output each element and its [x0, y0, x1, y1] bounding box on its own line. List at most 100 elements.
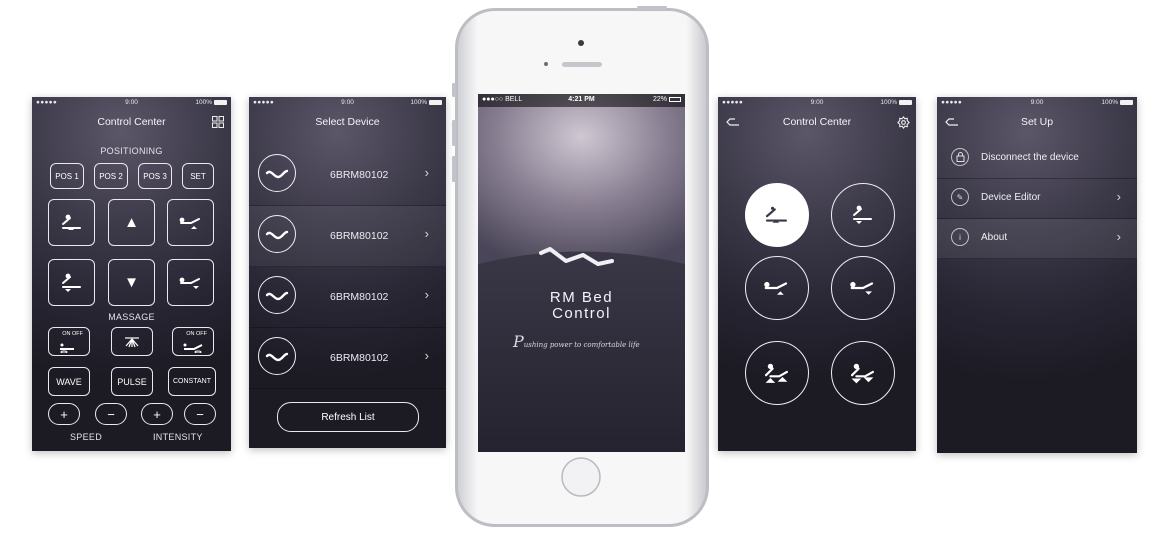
on-off-label: ON OFF	[186, 331, 207, 337]
head-raise-icon	[61, 214, 81, 230]
device-row[interactable]: 6BRM80102 ›	[249, 206, 446, 267]
battery-indicator: 100%	[195, 99, 227, 106]
tagline-initial: P	[513, 332, 524, 351]
head-lower-icon	[61, 273, 81, 292]
device-name: 6BRM80102	[330, 291, 389, 303]
battery-icon	[1120, 100, 1133, 105]
speed-label: SPEED	[70, 432, 103, 442]
status-bar: ●●●●● 9:00 100%	[937, 97, 1137, 109]
intensity-minus-button[interactable]: −	[184, 403, 216, 425]
page-title: Control Center	[782, 116, 852, 128]
page-title: Set Up	[1020, 116, 1054, 128]
setup-item-about[interactable]: i About ›	[937, 219, 1137, 259]
info-icon: i	[951, 228, 969, 246]
battery-percent: 100%	[880, 99, 897, 106]
pulse-button[interactable]: PULSE	[111, 367, 153, 396]
page-title: Control Center	[97, 116, 166, 128]
head-down-button[interactable]	[48, 259, 95, 306]
intensity-plus-button[interactable]: +	[141, 403, 173, 425]
pos2-button[interactable]: POS 2	[94, 163, 128, 189]
device-row[interactable]: 6BRM80102 ›	[249, 267, 446, 328]
phone-screen: ●●●○○ BELL 4:21 PM 22% RM Bed Control Pu…	[478, 94, 685, 452]
battery-percent: 100%	[410, 99, 427, 106]
chevron-right-icon: ›	[424, 287, 429, 302]
massage-light-button[interactable]	[111, 327, 153, 356]
gear-icon[interactable]	[896, 115, 910, 129]
foot-lower-icon	[850, 281, 874, 295]
battery-icon	[214, 100, 227, 105]
pos1-button[interactable]: POS 1	[50, 163, 84, 189]
intensity-label: INTENSITY	[153, 432, 203, 442]
head-up-button[interactable]	[48, 199, 95, 246]
head-foot-raise-icon	[764, 363, 788, 383]
setup-item-label: Device Editor	[981, 192, 1041, 203]
battery-icon	[899, 100, 912, 105]
chevron-right-icon: ›	[424, 226, 429, 241]
device-row[interactable]: 6BRM80102 ›	[249, 145, 446, 206]
refresh-list-button[interactable]: Refresh List	[277, 402, 419, 432]
foot-raise-icon	[764, 281, 788, 295]
setup-screen: ●●●●● 9:00 100% Set Up Disconnect the de…	[937, 97, 1137, 453]
nav-bar: Set Up	[937, 109, 1137, 135]
status-bar: ●●●●● 9:00 100%	[249, 97, 446, 109]
preset-foot-down-button[interactable]	[831, 256, 895, 320]
foot-up-button[interactable]	[167, 199, 214, 246]
iphone-mockup: ●●●○○ BELL 4:21 PM 22% RM Bed Control Pu…	[449, 6, 715, 529]
positioning-label: POSITIONING	[100, 146, 163, 156]
arrow-up-button[interactable]: ▲	[108, 199, 155, 246]
tagline: Pushing power to comfortable life	[513, 332, 640, 351]
device-row[interactable]: 6BRM80102 ›	[249, 328, 446, 389]
preset-all-down-button[interactable]	[831, 341, 895, 405]
battery-indicator: 22%	[653, 96, 681, 103]
device-name: 6BRM80102	[330, 230, 389, 242]
app-title-line1: RM Bed	[549, 289, 614, 306]
pos3-button[interactable]: POS 3	[138, 163, 172, 189]
massage-label: MASSAGE	[108, 312, 155, 322]
status-bar: ●●●●● 9:00 100%	[32, 97, 231, 109]
battery-indicator: 100%	[1101, 99, 1133, 106]
constant-button[interactable]: CONSTANT	[168, 367, 216, 396]
status-bar: ●●●●● 9:00 100%	[718, 97, 916, 109]
head-lower-icon	[853, 205, 872, 224]
wave-button[interactable]: WAVE	[48, 367, 90, 396]
preset-all-up-button[interactable]	[745, 341, 809, 405]
foot-down-button[interactable]	[167, 259, 214, 306]
nav-bar: Control Center	[32, 109, 231, 135]
bed-logo-icon	[258, 337, 296, 375]
bed-logo-icon	[258, 215, 296, 253]
bed-logo-icon	[258, 276, 296, 314]
battery-icon	[429, 100, 442, 105]
battery-percent: 100%	[195, 99, 212, 106]
foot-massage-toggle[interactable]: ON OFF	[172, 327, 214, 356]
setup-item-disconnect[interactable]: Disconnect the device	[937, 139, 1137, 179]
lock-icon	[951, 148, 969, 166]
set-button[interactable]: SET	[182, 163, 214, 189]
device-name: 6BRM80102	[330, 169, 389, 181]
setup-item-label: About	[981, 232, 1008, 243]
status-bar: ●●●○○ BELL 4:21 PM 22%	[478, 94, 685, 107]
head-massage-toggle[interactable]: ON OFF	[48, 327, 90, 356]
speed-plus-button[interactable]: +	[48, 403, 80, 425]
nav-bar: Select Device	[249, 109, 446, 135]
select-device-screen: ●●●●● 9:00 100% Select Device 6BRM80102 …	[249, 97, 446, 448]
preset-head-active-button[interactable]	[745, 183, 809, 247]
massage-foot-icon	[183, 343, 203, 353]
tagline-text: ushing power to comfortable life	[523, 341, 640, 349]
speed-minus-button[interactable]: −	[95, 403, 127, 425]
pencil-icon: ✎	[951, 188, 969, 206]
page-title: Select Device	[315, 116, 380, 128]
preset-foot-up-button[interactable]	[745, 256, 809, 320]
preset-head-down-button[interactable]	[831, 183, 895, 247]
battery-percent: 100%	[1101, 99, 1118, 106]
nav-bar: Control Center	[718, 109, 916, 135]
chevron-right-icon: ›	[1116, 189, 1121, 204]
chevron-right-icon: ›	[424, 348, 429, 363]
grid-icon[interactable]	[211, 115, 225, 129]
app-title-line2: Control	[552, 305, 611, 322]
foot-raise-icon	[179, 217, 200, 229]
bed-logo-icon	[258, 154, 296, 192]
arrow-down-button[interactable]: ▼	[108, 259, 155, 306]
triangle-up-icon: ▲	[124, 214, 139, 231]
splash-background	[478, 94, 685, 452]
setup-item-device-editor[interactable]: ✎ Device Editor ›	[937, 179, 1137, 219]
